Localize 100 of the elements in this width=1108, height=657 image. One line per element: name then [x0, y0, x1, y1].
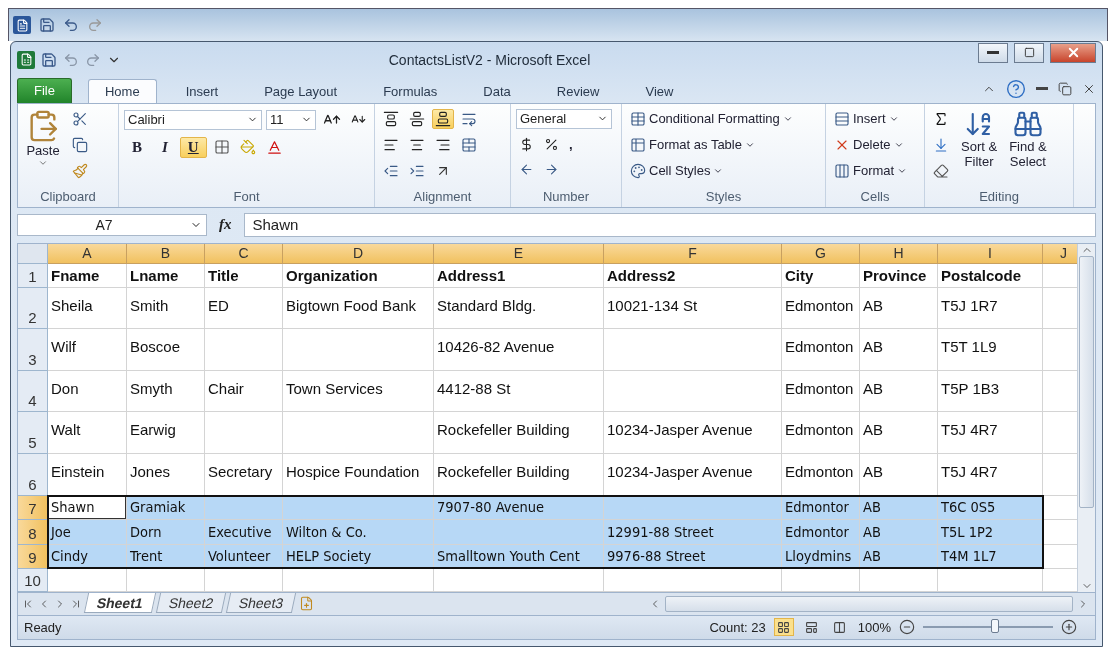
- column-header[interactable]: I: [938, 243, 1043, 264]
- table-cell: T5T 1L9: [938, 329, 1043, 371]
- table-cell: T5J 4R7: [938, 412, 1043, 454]
- table-cell: Smyth: [127, 370, 205, 413]
- ribbon-tab[interactable]: Data: [466, 78, 528, 103]
- table-cell: Edmontor: [782, 520, 860, 545]
- ribbon-tab[interactable]: Page Layout: [247, 78, 355, 103]
- scrollbar-thumb[interactable]: [1079, 255, 1094, 508]
- table-cell: 10426-82 Avenue: [434, 329, 604, 371]
- new-sheet-icon: [298, 596, 314, 612]
- row-header[interactable]: 9: [18, 544, 48, 570]
- column-header[interactable]: J: [1043, 243, 1077, 264]
- column-header[interactable]: B: [127, 243, 205, 264]
- cells-menu-button[interactable]: Delete: [831, 134, 911, 155]
- table-cell: Edmonton: [782, 329, 860, 371]
- table-cell: 12991-88 Street: [604, 520, 782, 545]
- percent-icon: [544, 136, 559, 152]
- font-name-field[interactable]: Calibri: [124, 109, 262, 130]
- row-header[interactable]: 4: [18, 370, 48, 413]
- paste-button[interactable]: Paste: [23, 108, 63, 190]
- column-header[interactable]: D: [283, 243, 434, 264]
- save-icon[interactable]: [41, 51, 57, 68]
- table-cell: Jones: [127, 453, 205, 496]
- row-header[interactable]: 8: [18, 520, 48, 545]
- row-header[interactable]: 7: [18, 495, 48, 521]
- group-label: Editing: [978, 189, 1020, 207]
- view-button[interactable]: [773, 618, 794, 637]
- table-cell: Joe: [48, 520, 127, 545]
- table-cell: T6C 0S5: [938, 495, 1043, 521]
- table-cell: Edmonton: [782, 412, 860, 454]
- table-cell: Address2: [604, 263, 782, 288]
- table-cell: T5L 1P2: [938, 520, 1043, 545]
- window-title: ContactsListV2 - Microsoft Excel: [387, 51, 592, 68]
- zoom-in-icon: [1061, 619, 1077, 636]
- styles-menu-button[interactable]: Format as Table: [627, 134, 796, 155]
- ribbon-tab[interactable]: Review: [539, 78, 617, 103]
- merge-cells-icon: [461, 136, 477, 153]
- close-button[interactable]: [1050, 42, 1096, 63]
- row-header[interactable]: 2: [18, 287, 48, 330]
- styles-menu-button[interactable]: Conditional Formatting: [627, 108, 796, 129]
- table-icon: [630, 136, 646, 153]
- find-select-button[interactable]: Find & Select: [1006, 108, 1050, 190]
- table-cell: Chair: [205, 370, 283, 413]
- dollar-icon: [519, 136, 534, 152]
- row-header[interactable]: 10: [18, 569, 48, 593]
- column-header[interactable]: C: [205, 243, 283, 264]
- group-label: Number: [541, 189, 591, 207]
- table-cell: 10021-134 St: [604, 287, 782, 330]
- table-icon: [630, 110, 646, 127]
- column-header[interactable]: E: [434, 243, 604, 264]
- table-cell: Earwig: [127, 412, 205, 454]
- row-header[interactable]: 5: [18, 412, 48, 454]
- ribbon-tab[interactable]: Home: [87, 78, 157, 103]
- row-header[interactable]: 6: [18, 453, 48, 496]
- underline-button[interactable]: U: [179, 136, 207, 158]
- bottom-align-button[interactable]: [432, 108, 454, 129]
- formula-field[interactable]: Shawn: [243, 212, 1096, 237]
- font-size-field[interactable]: 11: [266, 109, 316, 130]
- column-header[interactable]: A: [48, 243, 127, 264]
- sheet-tab[interactable]: Sheet1: [83, 592, 157, 613]
- grid-icon: [777, 620, 791, 634]
- file-tab[interactable]: File: [17, 77, 72, 103]
- table-cell: Lname: [127, 263, 205, 288]
- sheet-tab[interactable]: Sheet2: [155, 592, 227, 613]
- comma-button[interactable]: ,: [566, 134, 576, 154]
- column-header[interactable]: H: [860, 243, 938, 264]
- table-cell: Gramiak: [127, 495, 205, 521]
- save-icon[interactable]: [39, 17, 55, 33]
- table-cell: 4412-88 St: [434, 370, 604, 413]
- ribbon-tab[interactable]: Insert: [168, 78, 236, 103]
- function-label[interactable]: fx: [213, 216, 238, 234]
- name-box[interactable]: A7: [17, 213, 207, 236]
- table-cell: T5J 4R7: [938, 453, 1043, 496]
- cells-menu-button[interactable]: Format: [831, 160, 911, 181]
- sheet-tab[interactable]: Sheet3: [226, 592, 297, 613]
- help-icon: [1006, 78, 1026, 99]
- maximize-button[interactable]: [1014, 42, 1044, 63]
- number-format-field[interactable]: General: [516, 108, 612, 129]
- column-header[interactable]: G: [782, 243, 860, 264]
- bold-button[interactable]: B: [124, 136, 150, 158]
- ribbon-tab[interactable]: Formulas: [366, 78, 455, 103]
- ribbon-tab[interactable]: View: [628, 78, 691, 103]
- table-cell: Bigtown Food Bank: [283, 287, 434, 330]
- zoom-text: 100%: [857, 619, 891, 635]
- row-header[interactable]: 3: [18, 329, 48, 371]
- table-cell: Boscoe: [127, 329, 205, 371]
- column-header[interactable]: F: [604, 243, 782, 264]
- table-cell: AB: [860, 520, 938, 545]
- italic-button[interactable]: I: [154, 136, 176, 158]
- rows-icon: [834, 110, 850, 127]
- styles-menu-button[interactable]: Cell Styles: [627, 160, 796, 181]
- sort-filter-button[interactable]: Sort & Filter: [958, 108, 1001, 190]
- table-cell: AB: [860, 287, 938, 330]
- undo-icon[interactable]: [63, 17, 79, 33]
- row-header[interactable]: 1: [18, 263, 48, 288]
- page-icon: [805, 620, 819, 634]
- cells-menu-button[interactable]: Insert: [831, 108, 911, 129]
- minimize-button[interactable]: [978, 42, 1008, 63]
- scrollbar-thumb[interactable]: [665, 595, 1073, 612]
- slider-thumb[interactable]: [990, 619, 999, 634]
